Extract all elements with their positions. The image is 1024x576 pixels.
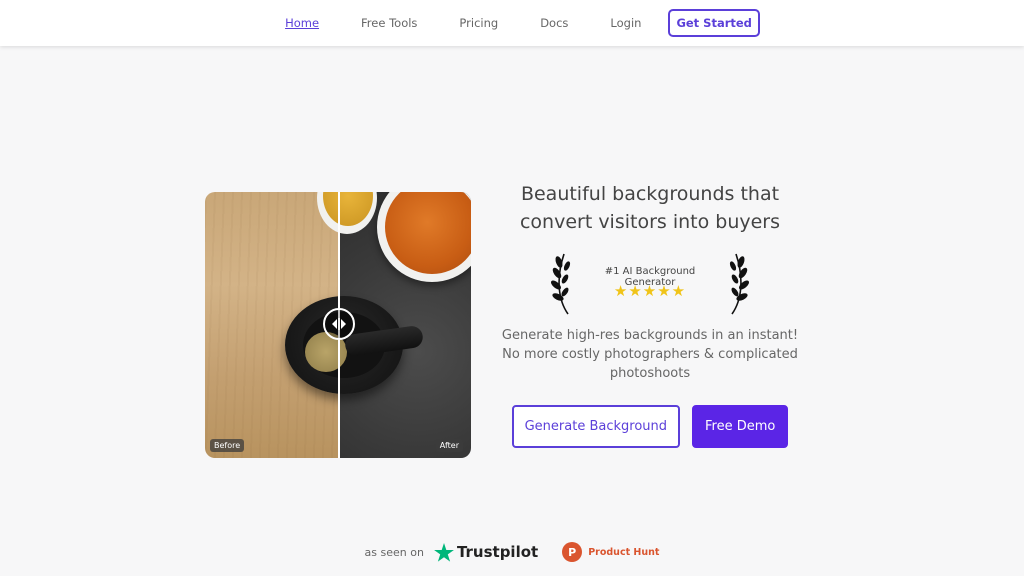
producthunt-logo[interactable]: P Product Hunt (562, 542, 659, 562)
after-label: After (435, 439, 463, 452)
before-label: Before (210, 439, 245, 452)
hero-description: Generate high-res backgrounds in an inst… (488, 326, 812, 383)
nav-links: Home Free Tools Pricing Docs Login Get S… (264, 9, 760, 37)
trustpilot-logo[interactable]: Trustpilot (434, 542, 539, 562)
desc-line-1: Generate high-res backgrounds in an inst… (501, 328, 799, 343)
headline-line-1: Beautiful backgrounds that (520, 183, 780, 205)
five-star-rating: ★★★★★ (613, 282, 687, 300)
free-demo-button[interactable]: Free Demo (692, 405, 789, 448)
desc-line-3: photoshoots (609, 366, 691, 381)
nav-docs[interactable]: Docs (519, 16, 589, 30)
hero-headline: Beautiful backgrounds that convert visit… (488, 180, 812, 236)
before-after-slider[interactable]: Before After (205, 192, 471, 458)
award-badge: #1 AI Background Generator ★★★★★ (550, 248, 750, 318)
get-started-button[interactable]: Get Started (668, 9, 760, 37)
generate-background-button[interactable]: Generate Background (511, 405, 681, 448)
laurel-right-icon (729, 253, 749, 315)
hero-buttons: Generate Background Free Demo (488, 405, 812, 448)
as-seen-on: as seen on Trustpilot P Product Hunt (0, 542, 1024, 562)
nav-home[interactable]: Home (264, 16, 340, 30)
nav-login[interactable]: Login (589, 16, 662, 30)
headline-line-2: convert visitors into buyers (519, 211, 781, 233)
producthunt-name: Product Hunt (588, 546, 660, 558)
nav-pricing[interactable]: Pricing (438, 16, 519, 30)
as-seen-on-label: as seen on (364, 545, 424, 559)
trustpilot-star-icon (434, 542, 454, 562)
top-nav: Home Free Tools Pricing Docs Login Get S… (0, 0, 1024, 46)
hero-section: Beautiful backgrounds that convert visit… (488, 180, 812, 448)
nav-free-tools[interactable]: Free Tools (340, 16, 438, 30)
desc-line-2: No more costly photographers & complicat… (502, 347, 798, 362)
producthunt-icon: P (562, 542, 583, 562)
trustpilot-name: Trustpilot (456, 543, 539, 561)
compare-handle-icon[interactable] (323, 308, 355, 340)
